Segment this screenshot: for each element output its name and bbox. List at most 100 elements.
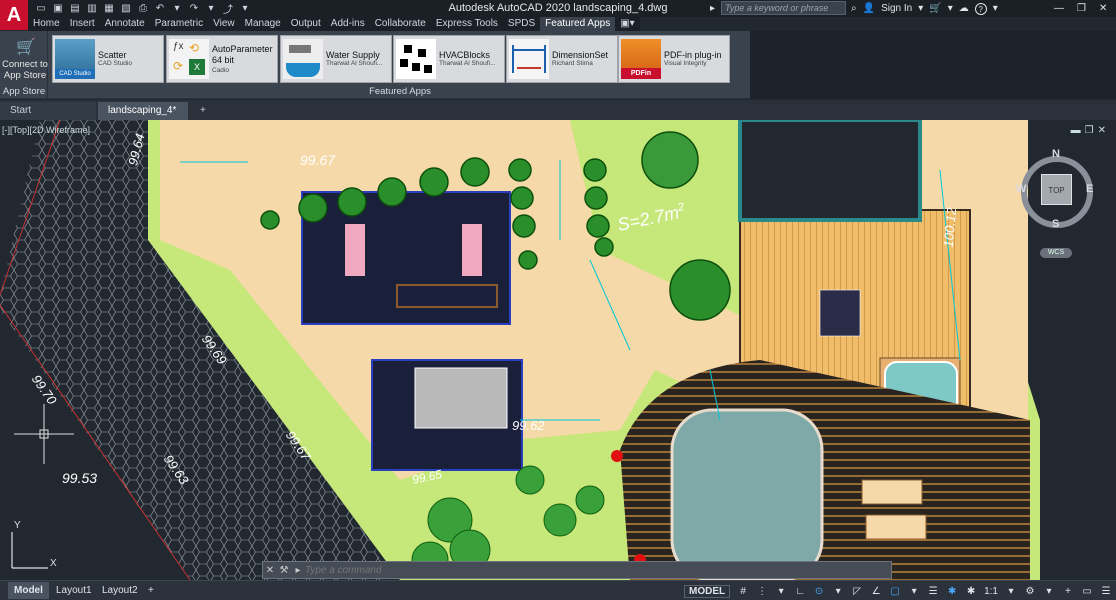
app-vendor: CAD Studio: [98, 60, 132, 67]
elevation-label: 99.53: [62, 470, 98, 486]
ribbon-panel: 🛒 Connect to App Store App Store CAD Stu…: [0, 31, 750, 99]
ribbon-empty-area: [750, 31, 1116, 99]
workspace-dropdown-icon[interactable]: ▾: [1043, 586, 1055, 597]
close-icon[interactable]: ✕: [1099, 3, 1107, 14]
app-vendor: Richard Stima: [552, 60, 593, 67]
command-input[interactable]: [305, 564, 865, 576]
object-snap-icon[interactable]: ▢: [889, 586, 901, 597]
tab-layout1[interactable]: Layout1: [50, 582, 98, 599]
app-autoparameter-button[interactable]: ƒx ⟲ ⟳ X AutoParameter 64 bit Cadio: [166, 35, 278, 83]
tab-model[interactable]: Model: [8, 582, 49, 599]
app-pdf-in-button[interactable]: PDFin PDF-in plug-in Visual Integrity: [618, 35, 730, 83]
tab-express-tools[interactable]: Express Tools: [431, 17, 503, 31]
svg-text:X: X: [50, 558, 57, 569]
tab-layout2[interactable]: Layout2: [96, 582, 144, 599]
snap-icon[interactable]: ⋮: [756, 586, 768, 597]
restore-icon[interactable]: ❐: [1077, 3, 1086, 14]
tab-view[interactable]: View: [208, 17, 240, 31]
viewcube-top-face[interactable]: TOP: [1041, 174, 1072, 205]
tab-featured-apps[interactable]: Featured Apps: [540, 17, 616, 31]
search-input[interactable]: Type a keyword or phrase: [721, 1, 846, 15]
ortho-icon[interactable]: ∟: [794, 586, 806, 597]
ribbon-options-icon[interactable]: ▣▾: [615, 17, 639, 31]
app-subtitle: 64 bit: [212, 55, 235, 65]
sign-in-dropdown-icon[interactable]: ▾: [918, 3, 923, 14]
annotation-visibility-icon[interactable]: ✱: [946, 586, 958, 597]
connect-icon[interactable]: ☁: [959, 3, 969, 14]
compass-south[interactable]: S: [1052, 218, 1059, 230]
document-tab-strip: Start landscaping_4* ✕ +: [0, 100, 1116, 134]
object-snap-dropdown-icon[interactable]: ▾: [908, 586, 920, 597]
app-vendor: Tharwat Al Shoufi...: [326, 60, 383, 67]
app-hvacblocks-button[interactable]: HVACBlocks Tharwat Al Shoufi...: [393, 35, 505, 83]
close-command-line-icon[interactable]: ✕: [263, 565, 277, 576]
app-scatter-button[interactable]: CAD Studio Scatter CAD Studio: [52, 35, 164, 83]
user-icon[interactable]: 👤: [863, 3, 875, 14]
compass-west[interactable]: W: [1016, 183, 1026, 195]
tab-drawing[interactable]: landscaping_4* ✕: [98, 102, 188, 134]
recent-commands-icon[interactable]: ▸: [291, 565, 305, 576]
units-icon[interactable]: ▭: [1081, 586, 1093, 597]
search-icon[interactable]: ⌕: [851, 3, 857, 14]
title-bar: A ▭ ▣ ▤ ▥ ▦ ▧ ⎙ ↶ ▾ ↷ ▾ ⤴ ▾ Autodesk Aut…: [0, 0, 1116, 30]
drawing-canvas[interactable]: Y X 99.67 99.64 99.69 99.70 99.67 99.63 …: [0, 120, 1116, 580]
customize-command-icon[interactable]: ⚒: [277, 565, 291, 576]
tab-manage[interactable]: Manage: [240, 17, 286, 31]
wcs-menu[interactable]: WCS: [1040, 248, 1072, 258]
app-store-panel: 🛒 Connect to App Store App Store: [0, 31, 48, 99]
snap-dropdown-icon[interactable]: ▾: [775, 586, 787, 597]
store-dropdown-icon[interactable]: ▾: [948, 3, 953, 14]
compass-east[interactable]: E: [1086, 183, 1093, 195]
help-icon[interactable]: ?: [974, 2, 987, 15]
ribbon-tab-strip: Home Insert Annotate Parametric View Man…: [28, 17, 640, 31]
minimize-icon[interactable]: —: [1054, 3, 1064, 14]
cart-icon: 🛒: [16, 39, 36, 56]
add-layout-button[interactable]: +: [142, 582, 160, 599]
object-snap-tracking-icon[interactable]: ∠: [870, 586, 882, 597]
polar-icon[interactable]: ⊙: [813, 586, 825, 597]
isodraft-icon[interactable]: ◸: [851, 586, 863, 597]
app-name: Water Supply: [326, 50, 380, 60]
tab-parametric[interactable]: Parametric: [150, 17, 208, 31]
tab-annotate[interactable]: Annotate: [100, 17, 150, 31]
viewport-controls-label[interactable]: [-][Top][2D Wireframe]: [2, 125, 90, 135]
tab-add-ins[interactable]: Add-ins: [326, 17, 370, 31]
status-bar: Model Layout1 Layout2 + MODEL # ⋮ ▾ ∟ ⊙ …: [0, 580, 1116, 600]
polar-dropdown-icon[interactable]: ▾: [832, 586, 844, 597]
auto-scale-icon[interactable]: ✱: [965, 586, 977, 597]
tab-spds[interactable]: SPDS: [503, 17, 540, 31]
customization-icon[interactable]: ☰: [1100, 586, 1112, 597]
search-expand-icon[interactable]: ▸: [710, 3, 715, 14]
drawing-svg: Y X: [0, 120, 1040, 580]
help-dropdown-icon[interactable]: ▾: [993, 3, 998, 14]
connect-app-store-button[interactable]: Connect to App Store: [2, 59, 48, 81]
viewport-close-icon[interactable]: ✕: [1098, 125, 1110, 136]
compass-north[interactable]: N: [1052, 148, 1060, 160]
app-vendor: Cadio: [212, 67, 229, 74]
annotation-scale-value[interactable]: 1:1: [984, 586, 998, 597]
autocad-logo-button[interactable]: A: [0, 0, 28, 30]
viewcube[interactable]: TOP N S E W: [1016, 148, 1096, 230]
new-tab-button[interactable]: +: [190, 102, 216, 120]
ucs-icon: [11, 532, 48, 569]
lineweight-icon[interactable]: ☰: [927, 586, 939, 597]
pdf-in-icon: PDFin: [621, 39, 661, 79]
app-name: DimensionSet: [552, 50, 609, 60]
scale-dropdown-icon[interactable]: ▾: [1005, 586, 1017, 597]
tab-insert[interactable]: Insert: [65, 17, 100, 31]
tab-collaborate[interactable]: Collaborate: [370, 17, 431, 31]
tab-output[interactable]: Output: [286, 17, 326, 31]
sign-in-link[interactable]: Sign In: [881, 3, 912, 14]
viewport-minimize-icon[interactable]: ▬: [1071, 125, 1085, 136]
workspace-gear-icon[interactable]: ⚙: [1024, 586, 1036, 597]
annotation-monitor-icon[interactable]: +: [1062, 586, 1074, 597]
app-dimensionset-button[interactable]: DimensionSet Richard Stima: [506, 35, 618, 83]
grid-icon[interactable]: #: [737, 586, 749, 597]
status-toolbar: MODEL # ⋮ ▾ ∟ ⊙ ▾ ◸ ∠ ▢ ▾ ☰ ✱ ✱ 1:1 ▾ ⚙ …: [683, 583, 1112, 599]
tab-start[interactable]: Start: [0, 102, 96, 120]
store-cart-icon[interactable]: 🛒: [929, 3, 941, 14]
viewport-restore-icon[interactable]: ❐: [1085, 125, 1098, 136]
tab-home[interactable]: Home: [28, 17, 65, 31]
model-space-button[interactable]: MODEL: [683, 584, 731, 598]
app-water-supply-button[interactable]: Water Supply Tharwat Al Shoufi...: [280, 35, 392, 83]
